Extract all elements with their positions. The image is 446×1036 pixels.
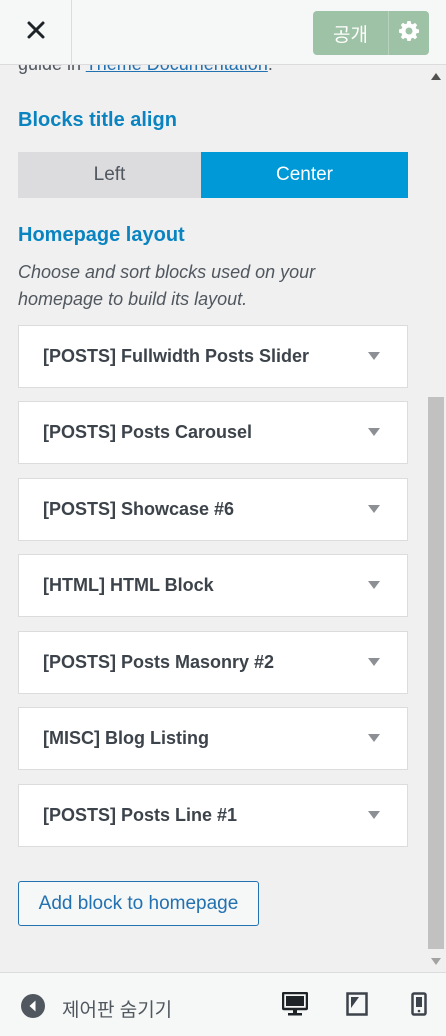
tablet-icon [346, 991, 368, 1021]
layout-block-label: [MISC] Blog Listing [43, 728, 209, 748]
layout-block[interactable]: [POSTS] Posts Line #1 [18, 784, 408, 847]
caret-down-icon[interactable] [368, 658, 380, 666]
layout-block-label: [POSTS] Posts Masonry #2 [43, 652, 275, 672]
scrollbar-thumb[interactable] [428, 397, 444, 949]
layout-block[interactable]: [POSTS] Fullwidth Posts Slider [18, 325, 408, 388]
mobile-icon [411, 991, 427, 1021]
desktop-icon [281, 991, 309, 1021]
close-icon [27, 21, 45, 44]
publish-group: 공개 [313, 11, 429, 55]
caret-down-icon[interactable] [368, 811, 380, 819]
preview-tablet-button[interactable] [344, 991, 370, 1021]
caret-down-icon[interactable] [368, 428, 380, 436]
caret-down-icon[interactable] [368, 734, 380, 742]
collapse-label: 제어판 숨기기 [62, 1000, 173, 1021]
layout-block[interactable]: [POSTS] Showcase #6 [18, 478, 408, 541]
scroll-down-arrow-icon[interactable] [431, 958, 441, 965]
collapse-icon [20, 993, 46, 1024]
caret-down-icon[interactable] [368, 352, 380, 360]
caret-down-icon[interactable] [368, 505, 380, 513]
layout-block-label: [POSTS] Posts Line #1 [43, 805, 238, 825]
add-block-button[interactable]: Add block to homepage [18, 881, 259, 926]
caret-down-icon[interactable] [368, 581, 380, 589]
layout-block[interactable]: [POSTS] Posts Masonry #2 [18, 631, 408, 694]
blocks-title-align-heading: Blocks title align [18, 109, 177, 131]
theme-documentation-link[interactable]: Theme Documentation [86, 65, 268, 74]
customizer-panel: guide in Theme Documentation. Blocks tit… [0, 65, 426, 972]
layout-block-label: [POSTS] Posts Carousel [43, 422, 253, 442]
customizer-footer: 제어판 숨기기 [0, 972, 446, 1036]
scroll-up-arrow-icon[interactable] [431, 73, 441, 80]
align-left-button[interactable]: Left [18, 152, 201, 198]
scrollbar[interactable] [426, 65, 446, 972]
homepage-layout-description: Choose and sort blocks used on your home… [18, 262, 316, 309]
gear-icon [399, 20, 419, 46]
guide-text: guide in Theme Documentation. [18, 65, 273, 75]
layout-block[interactable]: [MISC] Blog Listing [18, 707, 408, 770]
layout-block-label: [HTML] HTML Block [43, 575, 214, 595]
customizer-header: 공개 [0, 0, 446, 65]
title-align-toggle: Left Center [18, 152, 408, 198]
preview-mobile-button[interactable] [406, 991, 432, 1021]
layout-block[interactable]: [POSTS] Posts Carousel [18, 401, 408, 464]
guide-suffix: . [268, 65, 273, 74]
publish-settings-button[interactable] [389, 11, 429, 55]
layout-block[interactable]: [HTML] HTML Block [18, 554, 408, 617]
homepage-layout-heading: Homepage layout [18, 224, 185, 246]
collapse-sidebar-button[interactable]: 제어판 숨기기 [20, 993, 172, 1024]
layout-block-label: [POSTS] Showcase #6 [43, 499, 235, 519]
align-center-button[interactable]: Center [201, 152, 408, 198]
layout-block-label: [POSTS] Fullwidth Posts Slider [43, 346, 310, 366]
preview-desktop-button[interactable] [281, 991, 309, 1021]
publish-button[interactable]: 공개 [313, 11, 389, 55]
guide-prefix: guide in [18, 65, 86, 74]
close-button[interactable] [0, 0, 72, 64]
